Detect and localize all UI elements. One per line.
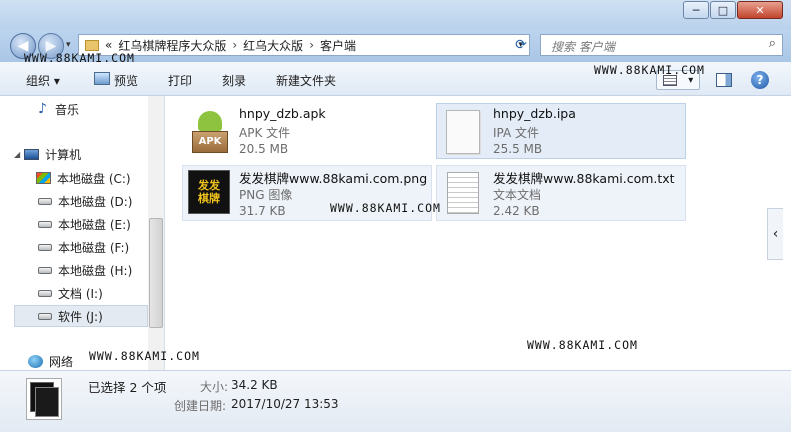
windows-drive-icon [36,172,51,184]
organize-menu[interactable]: 组织 ▾ [26,72,60,89]
breadcrumb-item[interactable]: 客户端 [320,37,356,54]
watermark-text: WWW.88KAMI.COM [24,51,135,65]
png-thumbnail-icon: 发发棋牌 [188,170,230,214]
help-button[interactable]: ? [751,71,769,89]
network-icon [28,354,43,368]
breadcrumb-overflow[interactable]: « [105,38,112,52]
watermark-text: WWW.88KAMI.COM [89,349,200,363]
address-box[interactable]: « 红乌棋牌程序大众版 › 红乌大众版 › 客户端 ▾ [78,34,530,56]
title-bar [0,0,791,30]
nav-item-drive-h[interactable]: 本地磁盘 (H:) [14,259,148,281]
file-type: APK 文件 [239,126,291,140]
computer-icon [24,148,40,160]
hard-drive-icon [38,266,52,274]
text-document-icon [447,172,479,214]
nav-label: 软件 (J:) [58,309,103,324]
file-name: 发发棋牌www.88kami.com.txt [493,171,675,186]
burn-button[interactable]: 刻录 [222,72,246,89]
file-size: 20.5 MB [239,142,289,156]
nav-label: 本地磁盘 (F:) [58,240,130,255]
nav-item-drive-i[interactable]: 文档 (I:) [14,282,148,304]
hard-drive-icon [38,312,52,320]
blank-document-icon [446,110,480,154]
print-button[interactable]: 打印 [168,72,192,89]
nav-label: 计算机 [45,147,82,162]
apk-android-icon: APK [192,111,228,153]
nav-label: 本地磁盘 (C:) [57,171,131,186]
nav-item-music[interactable]: ♪ 音乐 [14,98,148,120]
file-type: 文本文档 [493,188,542,202]
breadcrumb-item[interactable]: 红乌大众版 [243,37,303,54]
file-name: hnpy_dzb.ipa [493,106,576,121]
nav-item-drive-e[interactable]: 本地磁盘 (E:) [14,213,148,235]
watermark-text: WWW.88KAMI.COM [594,63,705,77]
file-size: 2.42 KB [493,204,540,218]
preview-icon [94,72,110,85]
nav-label: 本地磁盘 (D:) [58,194,133,209]
search-icon[interactable]: ⌕ [769,36,776,51]
collapse-pane-button[interactable]: ‹ [767,208,783,260]
preview-button[interactable]: 预览 [114,72,138,89]
nav-label: 网络 [49,354,74,369]
size-value: 34.2 KB [231,378,278,392]
nav-item-drive-d[interactable]: 本地磁盘 (D:) [14,190,148,212]
file-type: PNG 图像 [239,188,293,202]
scrollbar-thumb[interactable] [149,218,163,328]
date-label: 创建日期: [174,399,227,413]
selection-stack-icon [26,378,62,420]
nav-label: 本地磁盘 (E:) [58,217,131,232]
file-size: 25.5 MB [493,142,543,156]
folder-icon [85,39,99,51]
close-button[interactable]: ✕ [737,1,783,19]
refresh-button[interactable]: ⟳ [510,36,532,54]
refresh-icon: ⟳ [515,37,527,53]
maximize-button[interactable]: □ [710,1,736,19]
file-name: 发发棋牌www.88kami.com.png [239,171,428,186]
breadcrumb-separator-icon: › [309,38,314,52]
nav-label: 音乐 [54,102,79,117]
hard-drive-icon [38,220,52,228]
file-name: hnpy_dzb.apk [239,106,326,121]
breadcrumb-separator-icon: › [232,38,238,52]
nav-item-computer[interactable]: ◢ 计算机 [14,143,148,165]
collapse-triangle-icon: ◢ [14,149,21,159]
search-placeholder: 搜索 客户端 [551,40,615,54]
search-input[interactable]: 搜索 客户端 ⌕ [540,34,783,56]
new-folder-button[interactable]: 新建文件夹 [276,72,336,89]
selection-count: 已选择 2 个项 [88,380,167,395]
size-label: 大小: [200,380,229,394]
recent-pages-chevron-icon[interactable]: ▾ [66,40,71,50]
preview-pane-toggle[interactable] [716,73,732,87]
nav-label: 文档 (I:) [58,286,103,301]
file-size: 31.7 KB [239,204,286,218]
date-value: 2017/10/27 13:53 [231,397,339,411]
hard-drive-icon [38,197,52,205]
nav-item-drive-f[interactable]: 本地磁盘 (F:) [14,236,148,258]
watermark-text: WWW.88KAMI.COM [330,201,441,215]
watermark-text: WWW.88KAMI.COM [527,338,638,352]
png-thumbnail-text: 发发棋牌 [198,179,220,205]
nav-label: 本地磁盘 (H:) [58,263,133,278]
music-note-icon: ♪ [38,101,47,117]
hard-drive-icon [38,243,52,251]
nav-item-drive-j[interactable]: 软件 (J:) [14,305,148,327]
apk-icon-label: APK [192,131,228,153]
chevron-left-icon: ‹ [772,226,779,242]
hard-drive-icon [38,289,52,297]
minimize-button[interactable]: ─ [683,1,709,19]
file-type: IPA 文件 [493,126,540,140]
nav-item-drive-c[interactable]: 本地磁盘 (C:) [14,167,148,189]
